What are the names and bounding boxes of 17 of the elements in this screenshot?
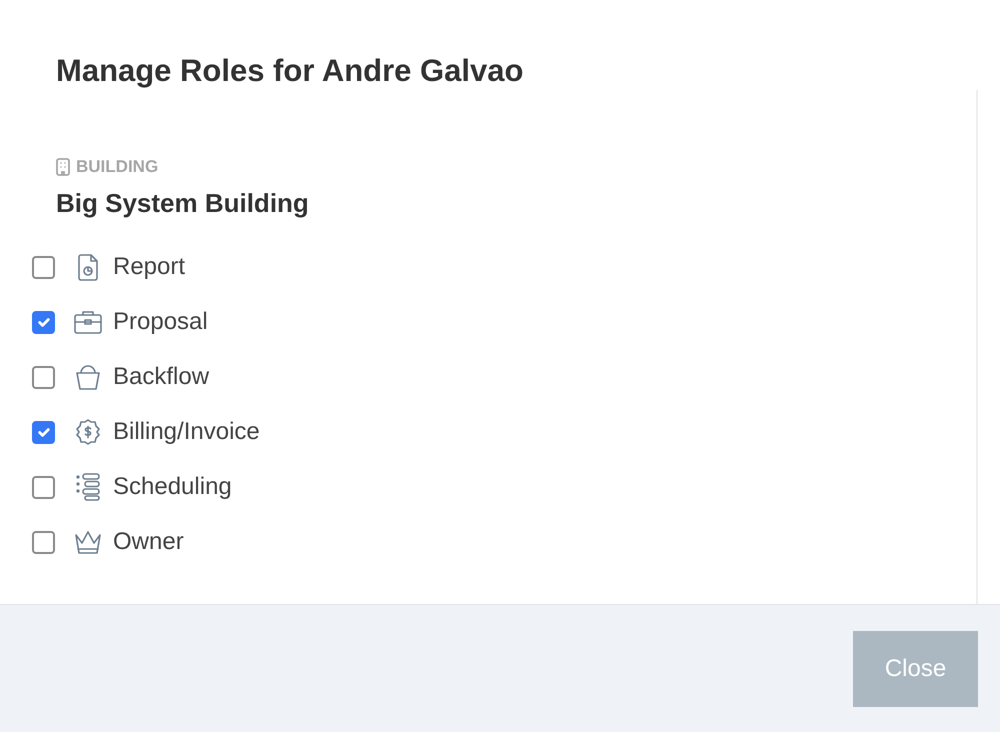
- role-checkbox[interactable]: [32, 256, 55, 278]
- section-label: BUILDING: [76, 156, 158, 178]
- dialog-title: Manage Roles for Andre Galvao: [55, 52, 524, 90]
- role-checkbox[interactable]: [32, 366, 55, 388]
- role-label[interactable]: Billing/Invoice: [113, 414, 260, 450]
- role-checkbox[interactable]: [32, 530, 55, 554]
- role-label[interactable]: Proposal: [113, 304, 208, 340]
- role-checkbox[interactable]: [32, 420, 55, 444]
- bucket-icon: [73, 362, 103, 392]
- building-name: Big System Building: [56, 186, 310, 220]
- role-label[interactable]: Report: [113, 249, 186, 285]
- role-label[interactable]: Scheduling: [113, 469, 232, 505]
- role-label[interactable]: Backflow: [113, 359, 210, 395]
- role-checkbox[interactable]: [32, 476, 55, 498]
- role-checkbox[interactable]: [32, 310, 55, 334]
- building-icon: [56, 158, 70, 176]
- role-label[interactable]: Owner: [113, 524, 184, 560]
